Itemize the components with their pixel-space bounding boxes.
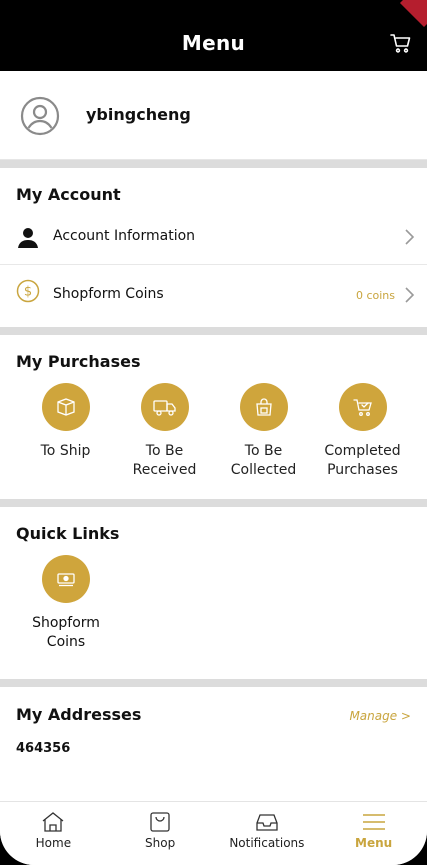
my-addresses-section: My Addresses Manage > 464356 [0, 687, 427, 756]
my-account-section: My Account Account Information $ Shopfor… [0, 168, 427, 327]
purchase-icon-circle [140, 383, 189, 431]
quick-links-list: Shopform Coins [0, 551, 427, 679]
purchase-completed[interactable]: Completed Purchases [313, 379, 412, 499]
page-title: Menu [181, 31, 246, 55]
purchase-label: To Ship [40, 443, 91, 459]
purchase-icon-circle [239, 383, 288, 431]
purchase-to-ship[interactable]: To Ship [16, 379, 115, 499]
section-separator [0, 327, 427, 335]
account-information-label: Account Information [53, 228, 196, 244]
purchase-icon-circle [41, 383, 90, 431]
nav-menu[interactable]: Menu [320, 802, 427, 865]
inbox-icon [256, 814, 278, 831]
coin-balance: 0 coins [355, 289, 395, 302]
purchase-label: Completed Purchases [324, 443, 401, 478]
quick-link-icon-circle [42, 555, 90, 603]
section-separator [0, 160, 427, 168]
nav-home[interactable]: Home [0, 802, 107, 865]
top-app-bar: Menu [0, 0, 427, 71]
quick-link-shopform-coins[interactable]: Shopform Coins [16, 551, 116, 652]
quick-links-section: Quick Links Shopform Coins [0, 507, 427, 679]
bottom-navigation: Home Shop Notifications Menu [0, 801, 427, 865]
profile-header[interactable]: ybingcheng [0, 71, 427, 160]
nav-menu-label: Menu [355, 836, 393, 850]
chevron-right-icon [405, 287, 415, 303]
debug-corner-badge [399, 0, 427, 28]
manage-addresses-link[interactable]: Manage > [349, 709, 411, 723]
section-title-quick-links: Quick Links [16, 524, 120, 543]
truck-icon [152, 400, 176, 416]
purchase-to-be-received[interactable]: To Be Received [115, 379, 214, 499]
store-bag-icon [255, 398, 272, 416]
section-separator [0, 679, 427, 687]
profile-username: ybingcheng [86, 105, 191, 124]
menu-screen: Menu ybingcheng My Account Account Infor… [0, 0, 427, 865]
hamburger-icon [362, 814, 385, 830]
svg-text:$: $ [24, 285, 32, 300]
cart-icon[interactable] [389, 31, 413, 55]
purchase-icon-circle [338, 383, 387, 431]
chevron-right-icon [405, 229, 415, 245]
section-separator [0, 499, 427, 507]
nav-shop[interactable]: Shop [107, 802, 214, 865]
person-icon [18, 228, 38, 248]
purchase-status-list: To Ship To Be Received To Be Collected C… [0, 379, 427, 499]
addresses-header: My Addresses Manage > [0, 687, 427, 735]
shopform-coins-row[interactable]: $ Shopform Coins 0 coins [0, 265, 427, 327]
my-purchases-section: My Purchases To Ship To Be Received To B… [0, 335, 427, 499]
purchase-label: To Be Received [132, 443, 197, 478]
menu-content: ybingcheng My Account Account Informatio… [0, 71, 427, 756]
cart-check-icon [352, 399, 372, 416]
dollar-coin-icon: $ [16, 279, 40, 303]
shopform-coins-label: Shopform Coins [53, 286, 164, 302]
address-postal-code: 464356 [16, 741, 71, 756]
shopping-bag-icon [150, 812, 170, 832]
nav-home-label: Home [35, 836, 72, 850]
user-circle-icon [20, 96, 60, 136]
section-title-my-purchases: My Purchases [16, 352, 141, 371]
purchase-label: To Be Collected [230, 443, 297, 478]
cash-icon [57, 573, 75, 587]
nav-shop-label: Shop [145, 836, 176, 850]
purchase-to-be-collected[interactable]: To Be Collected [214, 379, 313, 499]
box-icon [56, 398, 75, 416]
nav-notifications-label: Notifications [229, 836, 305, 850]
nav-notifications[interactable]: Notifications [214, 802, 321, 865]
home-icon [42, 812, 64, 832]
section-title-my-account: My Account [16, 185, 121, 204]
quick-link-label: Shopform Coins [32, 615, 100, 650]
account-information-row[interactable]: Account Information [0, 212, 427, 265]
